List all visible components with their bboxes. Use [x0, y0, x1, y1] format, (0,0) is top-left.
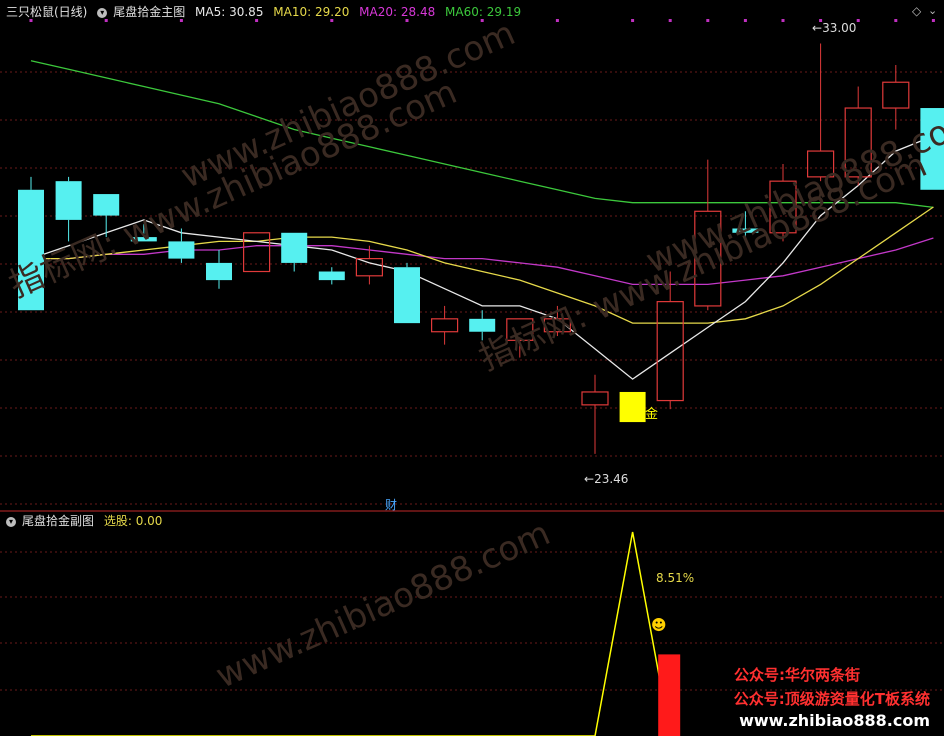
signal-dot — [781, 19, 785, 22]
sub-indicator-label[interactable]: 尾盘拾金副图 — [22, 514, 94, 528]
signal-dot — [931, 19, 935, 22]
main-gridlines — [0, 19, 944, 505]
ma5-label: MA5: 30.85 — [195, 5, 264, 19]
candle-body — [732, 228, 759, 233]
candle-body — [882, 81, 910, 109]
ad-line-1: 公众号:华尔两条街 — [734, 666, 860, 684]
ma20-label: MA20: 28.48 — [359, 5, 436, 19]
candle-body — [355, 258, 383, 277]
candle-body — [806, 150, 835, 178]
ad-line-2: 公众号:顶级游资量化T板系统 — [733, 690, 930, 708]
candle-body — [394, 267, 420, 324]
candle-body — [656, 301, 684, 402]
signal-dot — [894, 19, 898, 22]
ad-line-3: www.zhibiao888.com — [739, 711, 930, 730]
low-price-label: ←23.46 — [584, 472, 629, 486]
xuangu-label: 选股: 0.00 — [103, 514, 163, 528]
candle-body — [506, 318, 534, 341]
candle-body — [318, 271, 345, 281]
ma10-label: MA10: 29.20 — [273, 5, 350, 19]
candle-body — [130, 237, 157, 242]
candle-body — [93, 194, 120, 216]
signal-dot — [856, 19, 860, 22]
signal-dot — [743, 19, 747, 22]
arrow-icon[interactable]: ⌄ — [928, 4, 937, 17]
diamond-icon[interactable]: ◇ — [912, 4, 921, 18]
ma60-line — [30, 60, 934, 209]
chart-canvas — [0, 19, 944, 736]
high-price-label: ←33.00 — [812, 21, 857, 35]
ma60-label: MA60: 29.19 — [445, 5, 522, 19]
candle-body — [694, 210, 722, 307]
candle-body — [769, 180, 797, 234]
candle-body — [206, 262, 232, 281]
cai-marker[interactable]: 财 — [385, 496, 397, 513]
sub-signal-line — [31, 531, 671, 736]
sub-bar — [658, 654, 681, 736]
signal-dot — [631, 19, 635, 22]
stock-label[interactable]: 三只松鼠(日线) — [6, 5, 87, 19]
candle-body — [844, 107, 872, 178]
signal-dot — [668, 19, 672, 22]
smile-icon: ☻ — [651, 616, 667, 634]
candle-body — [18, 189, 44, 311]
sub-chart — [31, 531, 681, 736]
candle-body — [243, 232, 271, 273]
main-header: 三只松鼠(日线) ▾ 尾盘拾金主图 MA5: 30.85 MA10: 29.20 … — [6, 3, 527, 21]
sub-header: ▾ 尾盘拾金副图 选股: 0.00 — [6, 512, 168, 530]
high-price-value: 33.00 — [822, 21, 857, 35]
candle-body — [920, 108, 944, 190]
signal-dot — [555, 19, 559, 22]
candle-body — [55, 181, 82, 220]
signal-dot — [706, 19, 710, 22]
candle-body — [281, 232, 308, 263]
low-price-value: 23.46 — [594, 472, 629, 486]
candle-body — [469, 318, 496, 332]
indicator-menu-icon[interactable]: ▾ — [97, 7, 108, 18]
candle-body — [168, 241, 195, 259]
candle-body — [581, 391, 609, 406]
percent-label: 8.51% — [656, 571, 695, 585]
sub-indicator-menu-icon[interactable]: ▾ — [6, 516, 16, 527]
signal-label: ▲拾金 — [622, 407, 658, 422]
candle-body — [431, 318, 459, 333]
main-indicator-label[interactable]: 尾盘拾金主图 — [113, 5, 185, 19]
